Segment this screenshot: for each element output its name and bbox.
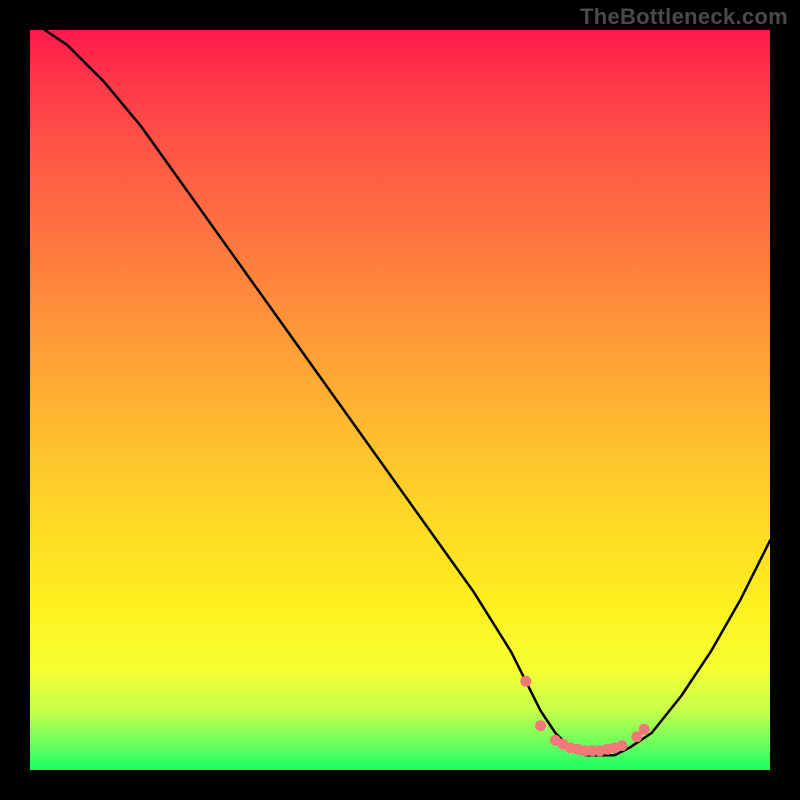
curve-layer (30, 30, 770, 770)
optimal-marker (520, 676, 531, 687)
optimal-marker (617, 740, 628, 751)
optimal-marker (535, 720, 546, 731)
plot-area (30, 30, 770, 770)
watermark-text: TheBottleneck.com (580, 4, 788, 30)
optimal-range-markers (520, 676, 649, 757)
optimal-marker (639, 724, 650, 735)
bottleneck-curve (45, 30, 770, 755)
chart-frame: TheBottleneck.com (0, 0, 800, 800)
